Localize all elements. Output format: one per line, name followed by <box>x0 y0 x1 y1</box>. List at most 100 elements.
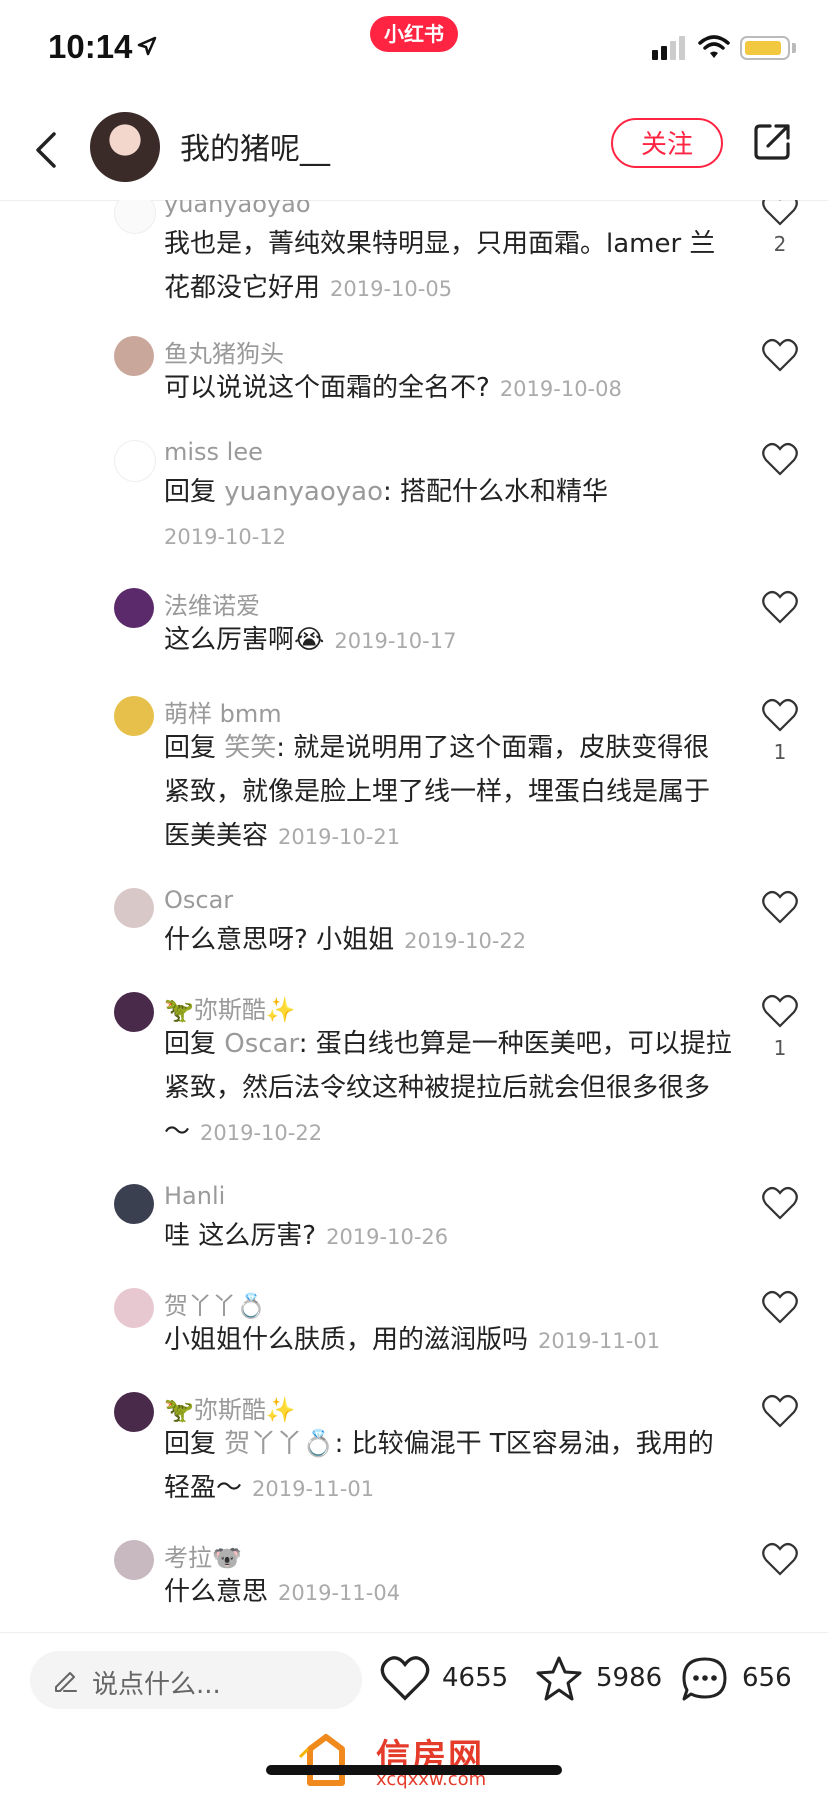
commenter-avatar[interactable] <box>114 588 154 628</box>
comment-date: 2019-10-26 <box>326 1225 449 1249</box>
commenter-name[interactable]: 贺丫丫💍 <box>164 1286 266 1321</box>
comment-date: 2019-10-22 <box>404 929 527 953</box>
favorites-count: 5986 <box>596 1663 663 1693</box>
heart-icon <box>380 1656 430 1701</box>
comment-text: 回复 笑笑: 就是说明用了这个面霜，皮肤变得很紧致，就像是脸上埋了线一样，埋蛋白… <box>164 726 734 859</box>
battery-tip <box>792 43 796 53</box>
comment-text: 回复 Oscar: 蛋白线也算是一种医美吧，可以提拉紧致，然后法令纹这种被提拉后… <box>164 1022 734 1155</box>
status-bar: 10:14 小红书 <box>0 0 828 100</box>
commenter-name[interactable]: Oscar <box>164 886 233 914</box>
commenter-avatar[interactable] <box>114 888 154 928</box>
commenter-name[interactable]: 法维诺爱 <box>164 586 260 621</box>
home-indicator[interactable] <box>266 1765 562 1775</box>
comment-body: 哇 这么厉害? <box>164 1221 317 1251</box>
reply-mention[interactable]: 笑笑 <box>224 733 276 763</box>
reply-mention[interactable]: yuanyaoyao <box>224 477 383 507</box>
comment-date: 2019-10-17 <box>334 629 457 653</box>
reply-prefix: 回复 <box>164 1429 225 1459</box>
commenter-avatar[interactable] <box>114 1540 154 1580</box>
commenter-name[interactable]: 考拉🐨 <box>164 1538 242 1573</box>
commenter-name[interactable]: 萌样 bmm <box>164 694 282 729</box>
comment-date: 2019-10-05 <box>330 277 453 301</box>
like-heart-icon[interactable] <box>762 890 798 924</box>
like-heart-icon[interactable] <box>762 1290 798 1324</box>
commenter-name[interactable]: 🦖弥斯酷✨ <box>164 1390 296 1425</box>
comment-text: 回复 yuanyaoyao: 搭配什么水和精华 2019-10-12 <box>164 470 734 559</box>
note-header: 我的猪呢__ 关注 <box>0 100 828 201</box>
comment-body: 什么意思 <box>164 1577 269 1607</box>
comment-date: 2019-10-22 <box>200 1121 323 1145</box>
comment-date: 2019-11-01 <box>252 1477 375 1501</box>
pencil-icon <box>55 1672 77 1692</box>
like-heart-icon[interactable] <box>762 698 798 732</box>
commenter-avatar[interactable] <box>114 336 154 376</box>
like-heart-icon[interactable] <box>762 1542 798 1576</box>
commenter-avatar[interactable] <box>114 696 154 736</box>
commenter-name[interactable]: 🦖弥斯酷✨ <box>164 990 296 1025</box>
comment-date: 2019-10-21 <box>278 825 401 849</box>
comment-list[interactable]: yuanyaoyao 我也是，菁纯效果特明显，只用面霜。lamer 兰花都没它好… <box>0 200 828 1632</box>
commenter-avatar[interactable] <box>114 440 156 482</box>
author-avatar[interactable] <box>90 112 160 182</box>
comments-count: 656 <box>742 1663 792 1693</box>
author-name[interactable]: 我的猪呢__ <box>180 124 330 168</box>
reply-prefix: 回复 <box>164 733 225 763</box>
commenter-name[interactable]: yuanyaoyao <box>164 200 311 218</box>
like-count: 1 <box>773 740 787 764</box>
comment-date: 2019-11-01 <box>538 1329 661 1353</box>
comment-input[interactable]: 说点什么... <box>30 1651 362 1709</box>
comment-text: 小姐姐什么肤质，用的滋润版吗 2019-11-01 <box>164 1318 734 1363</box>
comment-body: 小姐姐什么肤质，用的滋润版吗 <box>164 1325 529 1355</box>
comment-text: 这么厉害啊😭 2019-10-17 <box>164 618 734 663</box>
commenter-name[interactable]: 鱼丸猪狗头 <box>164 334 284 369</box>
cellular-signal-icon <box>652 36 685 60</box>
commenter-avatar[interactable] <box>114 1288 154 1328</box>
commenter-avatar[interactable] <box>114 992 154 1032</box>
comment-date: 2019-10-12 <box>164 525 287 549</box>
commenter-name[interactable]: Hanli <box>164 1182 225 1210</box>
like-heart-icon[interactable] <box>762 200 798 226</box>
comment-text: 哇 这么厉害? 2019-10-26 <box>164 1214 734 1259</box>
comment-button[interactable]: 656 <box>680 1651 810 1709</box>
like-heart-icon[interactable] <box>762 994 798 1028</box>
commenter-avatar[interactable] <box>114 200 156 234</box>
comment-body: 什么意思呀? 小姐姐 <box>164 925 395 955</box>
comment-body: 这么厉害啊😭 <box>164 625 325 655</box>
like-heart-icon[interactable] <box>762 1186 798 1220</box>
commenter-name[interactable]: miss lee <box>164 438 263 466</box>
comment-body: 可以说说这个面霜的全名不? <box>164 373 490 403</box>
commenter-avatar[interactable] <box>114 1184 154 1224</box>
follow-button[interactable]: 关注 <box>611 118 723 168</box>
like-heart-icon[interactable] <box>762 590 798 624</box>
comment-text: 什么意思呀? 小姐姐 2019-10-22 <box>164 918 734 963</box>
reply-prefix: 回复 <box>164 477 225 507</box>
back-chevron-icon[interactable] <box>28 128 68 172</box>
comment-bubble-icon <box>682 1657 727 1701</box>
reply-prefix: 回复 <box>164 1029 225 1059</box>
star-icon <box>536 1656 582 1701</box>
like-button[interactable]: 4655 <box>380 1651 510 1709</box>
share-icon[interactable] <box>752 122 792 162</box>
like-heart-icon[interactable] <box>762 442 798 476</box>
comment-date: 2019-11-04 <box>278 1581 401 1605</box>
likes-count: 4655 <box>442 1663 509 1693</box>
comment-date: 2019-10-08 <box>499 377 622 401</box>
reply-mention[interactable]: 贺丫丫💍 <box>224 1429 334 1459</box>
like-count: 2 <box>773 232 787 256</box>
comment-text: 什么意思 2019-11-04 <box>164 1570 734 1615</box>
comment-body: : 搭配什么水和精华 <box>383 477 609 507</box>
wifi-icon <box>698 35 730 58</box>
comment-text: 可以说说这个面霜的全名不? 2019-10-08 <box>164 366 734 411</box>
comment-text: 我也是，菁纯效果特明显，只用面霜。lamer 兰花都没它好用 2019-10-05 <box>164 222 734 311</box>
commenter-avatar[interactable] <box>114 1392 154 1432</box>
comment-input-placeholder: 说点什么... <box>92 1670 221 1700</box>
battery-icon <box>740 36 790 60</box>
location-arrow-icon <box>137 36 157 56</box>
like-heart-icon[interactable] <box>762 338 798 372</box>
bottom-action-bar: 说点什么... 4655 5986 656 信房网 xcqxxw.com <box>0 1632 828 1793</box>
favorite-button[interactable]: 5986 <box>534 1651 664 1709</box>
like-heart-icon[interactable] <box>762 1394 798 1428</box>
reply-mention[interactable]: Oscar <box>224 1029 298 1059</box>
comment-text: 回复 贺丫丫💍: 比较偏混干 T区容易油，我用的轻盈～ 2019-11-01 <box>164 1422 734 1511</box>
status-time: 10:14 <box>48 28 133 65</box>
